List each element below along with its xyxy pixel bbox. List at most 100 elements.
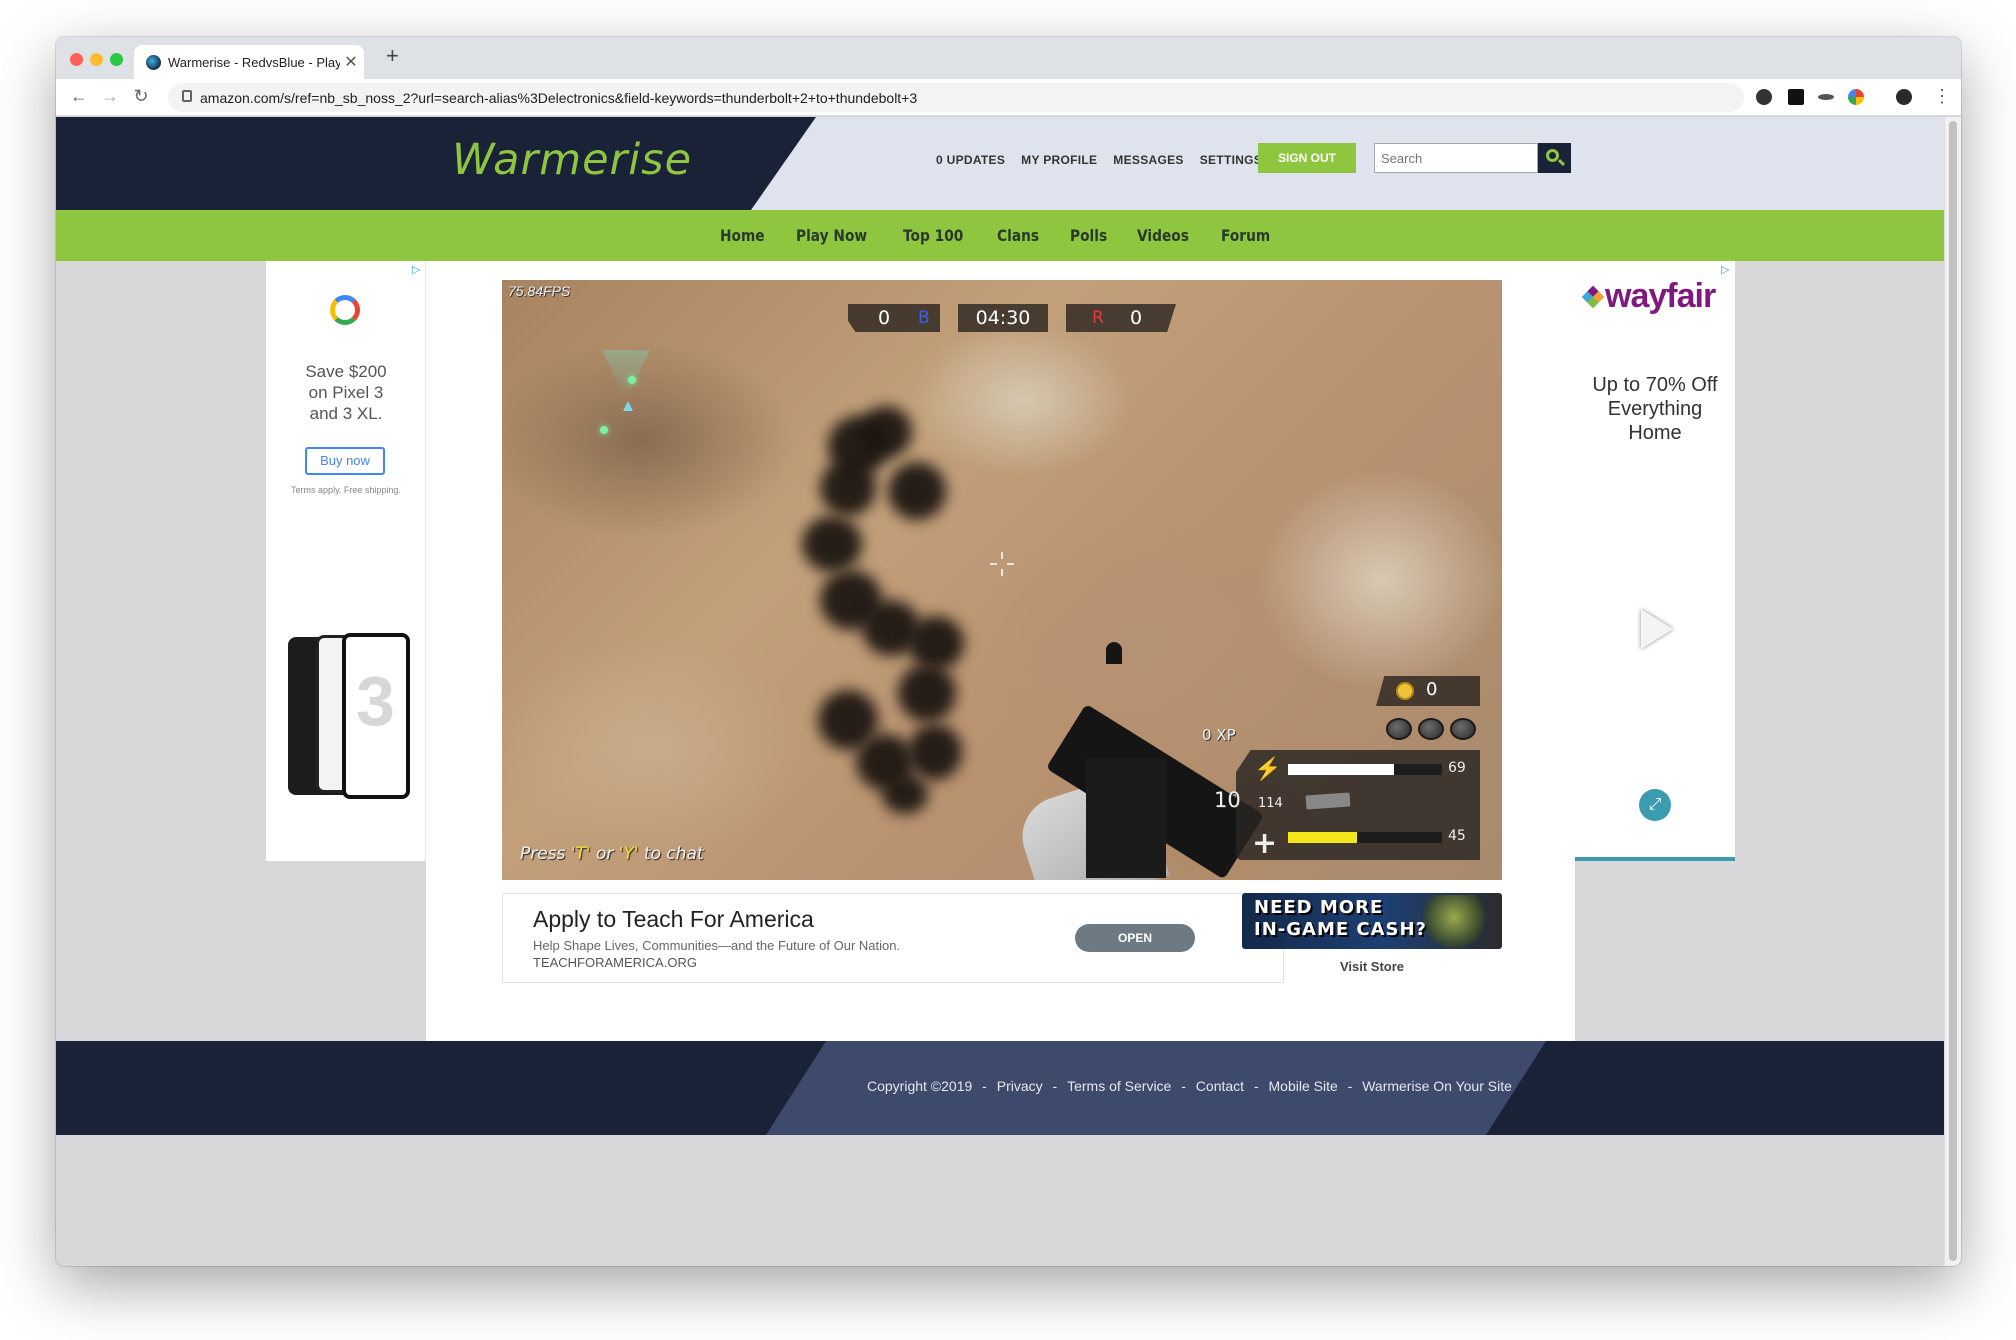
grenade-icon xyxy=(1418,718,1444,740)
nav-videos[interactable]: Videos xyxy=(1137,226,1189,245)
browser-tab[interactable]: Warmerise - RedvsBlue - Play ✕ xyxy=(134,45,364,79)
extension-icon[interactable] xyxy=(1788,89,1804,105)
ad-domain: TEACHFORAMERICA.ORG xyxy=(533,955,697,970)
main-nav-bar: Home Play Now Top 100 Clans Polls Videos… xyxy=(56,210,1944,261)
updates-link[interactable]: 0 UPDATES xyxy=(936,153,1005,167)
site-logo[interactable]: Warmerise xyxy=(452,135,692,185)
zoom-window-button[interactable] xyxy=(110,53,123,66)
copyright: Copyright ©2019 xyxy=(867,1078,973,1094)
stamina-bar-fill xyxy=(1288,764,1395,775)
wayfair-logo-icon xyxy=(1581,285,1605,309)
extension-icon[interactable] xyxy=(1818,94,1834,100)
messages-link[interactable]: MESSAGES xyxy=(1113,153,1183,167)
search-input[interactable] xyxy=(1375,144,1535,172)
adchoices-icon[interactable]: ▷ xyxy=(1721,263,1729,276)
extension-icon[interactable] xyxy=(1848,89,1864,105)
main-nav: Home Play Now Top 100 Clans Polls Videos… xyxy=(720,226,1273,245)
ammo-reserve: 114 xyxy=(1258,796,1283,811)
site-favicon-icon xyxy=(146,55,161,70)
health-bar xyxy=(1288,832,1442,843)
settings-link[interactable]: SETTINGS xyxy=(1200,153,1262,167)
nav-polls[interactable]: Polls xyxy=(1070,226,1107,245)
xp-counter: 0 XP xyxy=(1202,726,1236,744)
grenade-icon xyxy=(1450,718,1476,740)
grenade-icon xyxy=(1386,718,1412,740)
nav-top-100[interactable]: Top 100 xyxy=(903,226,963,245)
nav-home[interactable]: Home xyxy=(720,226,765,245)
store-banner[interactable]: NEED MORE IN-GAME CASH? xyxy=(1242,893,1502,949)
health-bar-fill xyxy=(1288,832,1358,843)
site-header: Warmerise 0 UPDATES MY PROFILE MESSAGES … xyxy=(56,117,1944,210)
robot-image xyxy=(1422,895,1486,949)
health-icon: + xyxy=(1252,826,1278,861)
back-button[interactable]: ← xyxy=(68,86,90,107)
blue-team-score: 0 B xyxy=(848,304,940,332)
reload-button[interactable]: ↻ xyxy=(130,86,152,107)
privacy-link[interactable]: Privacy xyxy=(997,1078,1043,1094)
chat-hint: Press 'T' or 'Y' to chat xyxy=(520,844,704,864)
stamina-value: 69 xyxy=(1448,760,1466,776)
google-pixel-ad[interactable]: ▷ Save $200 on Pixel 3 and 3 XL. Buy now… xyxy=(266,261,426,861)
coin-counter: 0 xyxy=(1376,676,1480,706)
google-logo-icon xyxy=(330,295,360,325)
browser-menu-icon[interactable]: ⋮ xyxy=(1933,86,1951,107)
address-bar[interactable]: amazon.com/s/ref=nb_sb_noss_2?url=search… xyxy=(168,83,1744,112)
forward-button[interactable]: → xyxy=(99,86,121,107)
sign-out-button[interactable]: SIGN OUT xyxy=(1258,143,1356,173)
minimize-window-button[interactable] xyxy=(90,53,103,66)
adchoices-icon[interactable]: ▷ xyxy=(412,263,420,276)
ad-terms: Terms apply. Free shipping. xyxy=(291,485,401,495)
warmerise-on-your-site-link[interactable]: Warmerise On Your Site xyxy=(1362,1078,1512,1094)
close-window-button[interactable] xyxy=(70,53,83,66)
browser-window: Warmerise - RedvsBlue - Play ✕ + ← → ↻ a… xyxy=(56,37,1961,1266)
ad-headline: Save $200 on Pixel 3 and 3 XL. xyxy=(305,362,387,423)
radar-cone xyxy=(602,350,650,400)
account-links: 0 UPDATES MY PROFILE MESSAGES SETTINGS xyxy=(936,153,1262,167)
wayfair-ad[interactable]: ▷ wayfair Up to 70% Off Everything Home … xyxy=(1575,261,1735,861)
match-timer: 04:30 xyxy=(958,304,1048,332)
nav-clans[interactable]: Clans xyxy=(997,226,1039,245)
search-button[interactable] xyxy=(1538,143,1571,173)
teach-for-america-ad[interactable]: Apply to Teach For America Help Shape Li… xyxy=(502,893,1284,983)
player-marker-icon xyxy=(623,401,633,411)
ad-offer: Up to 70% Off Everything Home xyxy=(1592,374,1718,444)
scrollbar-thumb[interactable] xyxy=(1949,121,1957,1261)
phone-image: 3 xyxy=(342,633,410,799)
tab-strip: Warmerise - RedvsBlue - Play ✕ + xyxy=(56,37,1961,79)
ad-description: Help Shape Lives, Communities—and the Fu… xyxy=(533,938,901,953)
ammo-clip: 10 xyxy=(1214,788,1241,812)
search-box xyxy=(1374,143,1538,173)
open-button[interactable]: OPEN xyxy=(1075,924,1195,952)
new-tab-button[interactable]: + xyxy=(386,43,399,69)
crosshair-icon xyxy=(990,552,1014,576)
wayfair-logo: wayfair xyxy=(1605,277,1716,315)
tab-close-icon[interactable]: ✕ xyxy=(342,52,360,72)
lock-icon xyxy=(182,90,192,102)
extension-icon[interactable] xyxy=(1756,89,1772,105)
stamina-icon: ⚡ xyxy=(1254,756,1282,781)
stamina-bar xyxy=(1288,764,1442,775)
buy-now-button[interactable]: Buy now xyxy=(305,447,385,475)
browser-toolbar: ← → ↻ amazon.com/s/ref=nb_sb_noss_2?url=… xyxy=(56,79,1961,116)
nav-play-now[interactable]: Play Now xyxy=(796,226,867,245)
terms-link[interactable]: Terms of Service xyxy=(1067,1078,1171,1094)
radar-marker xyxy=(628,376,636,384)
contact-link[interactable]: Contact xyxy=(1196,1078,1244,1094)
profile-avatar[interactable] xyxy=(1896,89,1912,105)
visit-store-link[interactable]: Visit Store xyxy=(1242,959,1502,974)
fps-counter: 75.84FPS xyxy=(508,283,571,299)
mobile-site-link[interactable]: Mobile Site xyxy=(1269,1078,1338,1094)
play-icon[interactable] xyxy=(1641,609,1673,649)
nav-forum[interactable]: Forum xyxy=(1221,226,1270,245)
page-viewport: Warmerise 0 UPDATES MY PROFILE MESSAGES … xyxy=(56,117,1944,1266)
radar-marker xyxy=(600,426,608,434)
footer-links: Copyright ©2019 - Privacy - Terms of Ser… xyxy=(867,1078,1512,1094)
tab-title: Warmerise - RedvsBlue - Play xyxy=(168,55,340,70)
game-canvas[interactable]: 75.84FPS 0 B 04:30 R 0 0 0 XP ⚡ 69 10 11… xyxy=(502,280,1502,880)
health-value: 45 xyxy=(1448,828,1466,844)
my-profile-link[interactable]: MY PROFILE xyxy=(1021,153,1097,167)
ad-title: Apply to Teach For America xyxy=(533,906,814,932)
screen: Warmerise - RedvsBlue - Play ✕ + ← → ↻ a… xyxy=(0,0,2016,1340)
scrollbar[interactable] xyxy=(1944,117,1961,1266)
expand-icon[interactable]: ⤢ xyxy=(1639,789,1671,821)
